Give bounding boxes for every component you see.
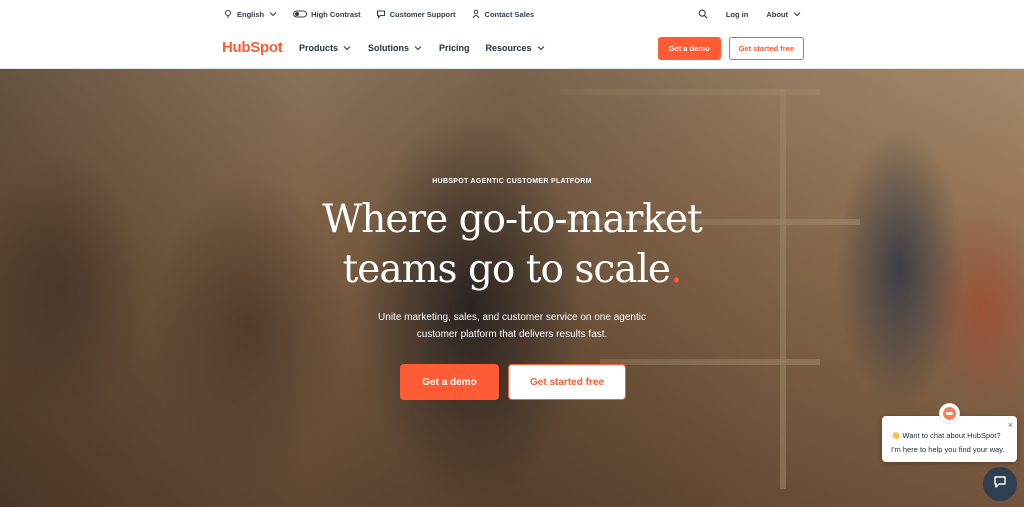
chat-bubble-icon bbox=[376, 9, 386, 19]
primary-menu: Products Solutions Pricing Resources bbox=[299, 28, 562, 68]
high-contrast-label: High Contrast bbox=[311, 9, 361, 19]
bot-face-icon bbox=[943, 407, 956, 420]
customer-support-link[interactable]: Customer Support bbox=[376, 9, 456, 19]
hero-cta-group: Get a demo Get started free bbox=[400, 364, 626, 400]
high-contrast-toggle[interactable]: High Contrast bbox=[293, 9, 361, 19]
login-link[interactable]: Log in bbox=[726, 10, 749, 19]
chat-line-2: I'm here to help you find your way. bbox=[891, 445, 1005, 454]
headline-line-1: Where go-to-market bbox=[322, 197, 703, 242]
contact-sales-link[interactable]: Contact Sales bbox=[471, 9, 535, 19]
person-icon bbox=[471, 9, 481, 19]
language-label: English bbox=[237, 9, 265, 19]
hero-headline: Where go-to-market teams go to scale. bbox=[0, 195, 1024, 295]
menu-item-solutions[interactable]: Solutions bbox=[368, 43, 423, 53]
menu-item-label: Solutions bbox=[368, 43, 410, 53]
chevron-down-icon bbox=[536, 43, 546, 53]
hero-get-started-button[interactable]: Get started free bbox=[508, 364, 626, 400]
chat-launcher-button[interactable] bbox=[983, 467, 1017, 501]
headline-line-2: teams go to scale bbox=[342, 247, 671, 292]
menu-item-label: Products bbox=[299, 43, 339, 53]
utility-left: English High Contrast Customer Support C… bbox=[223, 0, 549, 28]
hero-eyebrow: HUBSPOT AGENTIC CUSTOMER PLATFORM bbox=[432, 178, 592, 185]
menu-item-label: Pricing bbox=[439, 43, 470, 53]
menu-item-label: Resources bbox=[485, 43, 532, 53]
login-label: Log in bbox=[725, 9, 749, 19]
nav-get-started-button[interactable]: Get started free bbox=[728, 37, 804, 60]
menu-item-resources[interactable]: Resources bbox=[486, 43, 546, 53]
search-icon[interactable] bbox=[698, 9, 708, 19]
utility-right: Log in About bbox=[698, 0, 802, 28]
hero-subtext: Unite marketing, sales, and customer ser… bbox=[378, 312, 646, 340]
chat-launcher-icon bbox=[992, 474, 1008, 495]
nav-get-demo-button[interactable]: Get a demo bbox=[657, 37, 721, 60]
chevron-down-icon bbox=[413, 43, 423, 53]
contrast-toggle-icon bbox=[293, 9, 308, 19]
hubspot-logo[interactable]: HubSpot bbox=[222, 39, 283, 56]
chat-line-1: 👋 Want to chat about HubSpot? bbox=[891, 431, 1001, 440]
customer-support-label: Customer Support bbox=[389, 9, 456, 19]
menu-item-products[interactable]: Products bbox=[299, 43, 352, 53]
menu-item-pricing[interactable]: Pricing bbox=[439, 43, 470, 53]
headline-accent-dot: . bbox=[670, 247, 682, 292]
chevron-down-icon bbox=[342, 43, 352, 53]
hero-get-demo-button[interactable]: Get a demo bbox=[400, 364, 499, 400]
chat-bot-avatar bbox=[939, 403, 960, 424]
close-icon[interactable]: × bbox=[1008, 418, 1013, 432]
logo-text: HubSpot bbox=[222, 39, 283, 56]
contact-sales-label: Contact Sales bbox=[484, 9, 535, 19]
nav-cta-group: Get a demo Get started free bbox=[657, 37, 804, 60]
about-menu[interactable]: About bbox=[766, 9, 802, 19]
chevron-down-icon bbox=[792, 9, 802, 19]
main-navigation: HubSpot Products Solutions Pricing Resou… bbox=[0, 28, 1024, 69]
globe-icon bbox=[223, 9, 233, 19]
chevron-down-icon bbox=[268, 9, 278, 19]
about-label: About bbox=[766, 9, 788, 19]
hero-section: HUBSPOT AGENTIC CUSTOMER PLATFORM Where … bbox=[0, 69, 1024, 507]
language-selector[interactable]: English bbox=[223, 9, 278, 19]
utility-bar: English High Contrast Customer Support C… bbox=[0, 0, 1024, 28]
